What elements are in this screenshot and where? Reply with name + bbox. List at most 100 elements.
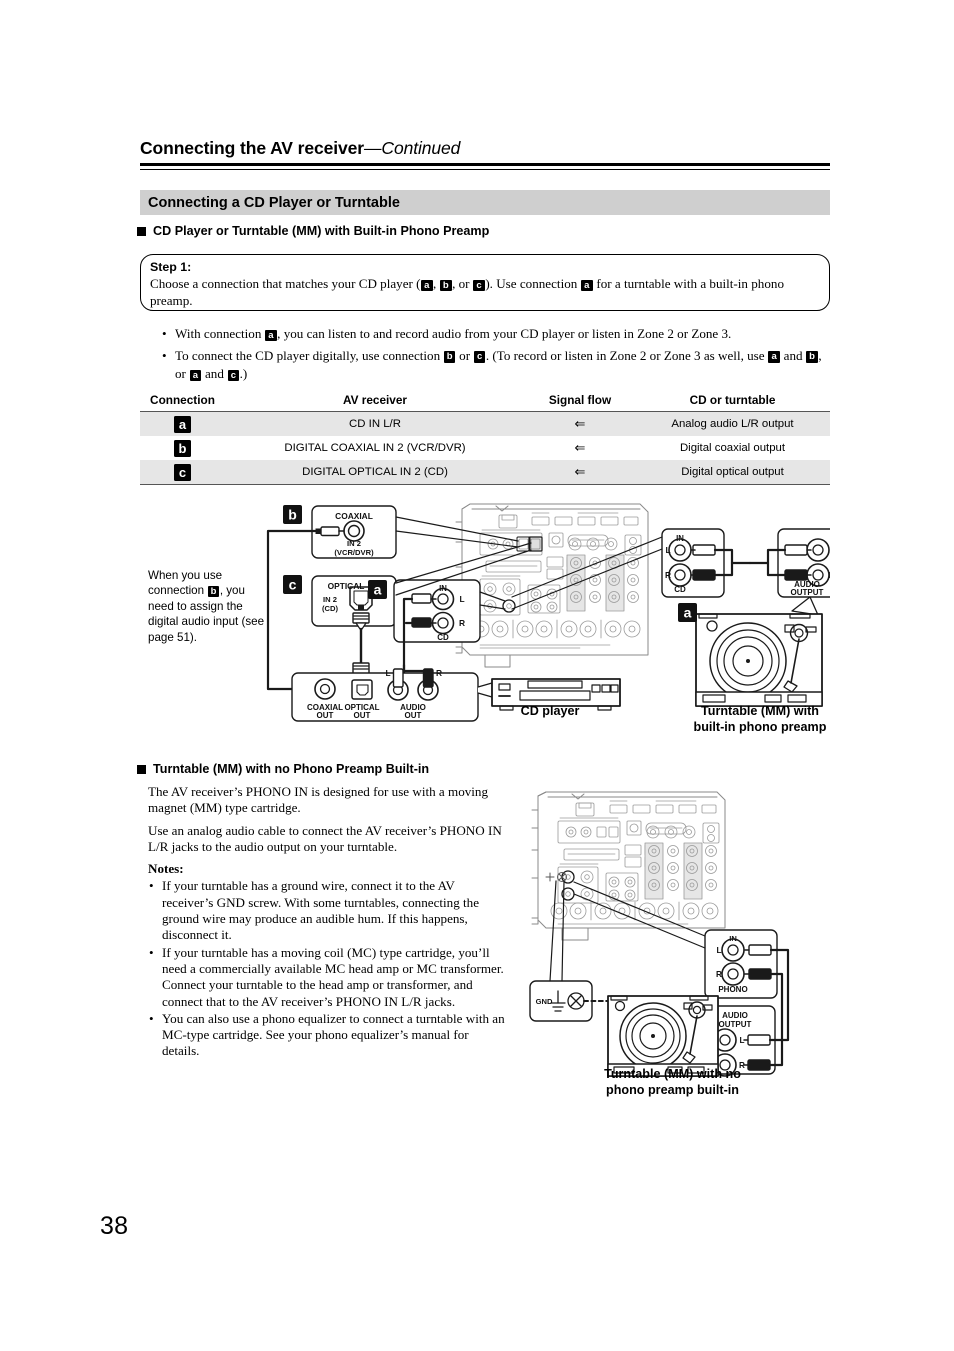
cell-signal-flow: ⇐ xyxy=(574,416,586,431)
step-text-2: , xyxy=(433,276,440,291)
th-signal-flow: Signal flow xyxy=(548,393,612,407)
chip-b: b xyxy=(174,439,191,457)
label-coaxial-out-2: OUT xyxy=(317,711,334,720)
square-bullet-icon xyxy=(137,226,146,236)
label-ttout-left: L xyxy=(829,545,830,555)
label-phono-title: IN xyxy=(729,934,737,943)
table-row: a CD IN L/R ⇐ Analog audio L/R output xyxy=(140,411,830,437)
label-optical-cd: (CD) xyxy=(322,604,338,613)
caption-cd-player: CD player xyxy=(520,704,580,718)
square-bullet-icon xyxy=(137,764,146,774)
label-ttin-title: IN xyxy=(676,534,684,543)
body-paragraph-2: Use an analog audio cable to connect the… xyxy=(148,822,502,854)
caption-turntable-built-in: Turntable (MM) with built-in phono pream… xyxy=(660,703,860,735)
chip-c: c xyxy=(473,351,486,363)
chip-b: b xyxy=(440,279,452,291)
label-cdin-left: L xyxy=(459,594,464,604)
bullet-1-seg-2: , you can listen to and record audio fro… xyxy=(277,326,732,341)
step-text-3: , or xyxy=(452,276,473,291)
running-head-title: Connecting the AV receiver xyxy=(140,138,364,158)
cell-source: Digital optical output xyxy=(681,466,784,478)
label-cdin-bottom: CD xyxy=(437,633,449,642)
cell-signal-flow: ⇐ xyxy=(574,464,586,479)
label-phono-bottom: PHONO xyxy=(718,985,747,994)
chip-c: c xyxy=(174,463,191,481)
figure-turntable-no-preamp-diagram: GND IN L R PHONO AUDIO OUTPUT L R xyxy=(520,778,840,1078)
label-coaxial-vcrdvr: (VCR/DVR) xyxy=(334,548,374,557)
label-ttin-bottom: CD xyxy=(674,585,686,594)
label-cdin-title: IN xyxy=(439,584,447,593)
bullet-2-seg-6: and xyxy=(201,366,228,381)
note-item: If your turntable has a moving coil (MC)… xyxy=(148,945,508,1010)
cell-source: Digital coaxial output xyxy=(679,442,786,454)
cell-receiver: DIGITAL COAXIAL IN 2 (VCR/DVR) xyxy=(284,442,466,454)
chip-b: b xyxy=(806,351,818,363)
cell-source: Analog audio L/R output xyxy=(671,418,794,430)
figure-note-assign-digital-input: When you use connection b, you need to a… xyxy=(148,568,270,645)
note-item: If your turntable has a ground wire, con… xyxy=(148,878,508,943)
caption-turntable-no-preamp: Turntable (MM) with no phono preamp buil… xyxy=(565,1066,780,1098)
chip-a: a xyxy=(189,369,202,381)
cell-connection: c xyxy=(140,460,225,485)
label-audio-out-right: R xyxy=(436,668,442,678)
th-connection: Connection xyxy=(150,393,215,407)
intro-bullet-list: With connection a, you can listen to and… xyxy=(160,325,832,387)
bullet-item-1: With connection a, you can listen to and… xyxy=(160,325,832,344)
th-av-receiver: AV receiver xyxy=(342,393,408,407)
chip-a-2: a xyxy=(581,279,593,291)
step-1-callout-box: Step 1: Choose a connection that matches… xyxy=(140,254,830,311)
step-1-title: Step 1: xyxy=(150,260,192,274)
step-1-body: Choose a connection that matches your CD… xyxy=(150,275,820,309)
header-rule-thick xyxy=(140,163,830,166)
label-audio-output-1: AUDIO xyxy=(722,1011,748,1020)
chip-a: a xyxy=(174,415,191,433)
label-audio-output-2: OUTPUT xyxy=(719,1020,752,1029)
label-ttin-left: L xyxy=(665,545,670,555)
label-optical-title: OPTICAL xyxy=(328,581,365,591)
chip-a: a xyxy=(265,329,277,341)
bullet-2-seg-3: . (To record or listen in Zone 2 or Zone… xyxy=(485,347,768,363)
label-optical-in2: IN 2 xyxy=(323,595,337,604)
bullet-item-2: To connect the CD player digitally, use … xyxy=(160,347,832,384)
subheading-1-text: CD Player or Turntable (MM) with Built-i… xyxy=(153,224,490,238)
running-head-continued: —Continued xyxy=(364,138,461,158)
table-row: c DIGITAL OPTICAL IN 2 (CD) ⇐ Digital op… xyxy=(140,460,830,485)
manual-page: Connecting the AV receiver—Continued Con… xyxy=(0,0,954,1351)
table-header-row: Connection AV receiver Signal flow CD or… xyxy=(140,392,830,412)
label-cdin-right: R xyxy=(459,618,465,628)
label-phono-left: L xyxy=(716,946,721,955)
step-text-4: ). Use connection xyxy=(485,276,581,291)
subheading-2-text: Turntable (MM) with no Phono Preamp Buil… xyxy=(153,762,430,776)
label-ttout-title-2: OUTPUT xyxy=(791,588,824,597)
figure-chip-a: a xyxy=(374,582,382,598)
label-audio-out-2: OUT xyxy=(405,711,422,720)
chip-c: c xyxy=(227,369,240,381)
table-row: b DIGITAL COAXIAL IN 2 (VCR/DVR) ⇐ Digit… xyxy=(140,436,830,460)
section-heading-text: Connecting a CD Player or Turntable xyxy=(148,194,400,211)
bullet-2-seg-1: To connect the CD player digitally, use … xyxy=(175,347,444,363)
page-running-head: Connecting the AV receiver—Continued xyxy=(140,138,830,159)
label-optical-out-2: OUT xyxy=(354,711,371,720)
bullet-2-seg-4: and xyxy=(780,347,806,363)
label-audio-output-left: L xyxy=(739,1036,744,1045)
subheading-cd-player: CD Player or Turntable (MM) with Built-i… xyxy=(137,224,489,238)
bullet-1-seg-1: With connection xyxy=(175,326,265,341)
chip-a: a xyxy=(768,351,780,363)
th-cd-or-turntable: CD or turntable xyxy=(689,393,776,407)
figure-chip-b: b xyxy=(288,507,297,523)
cell-signal-flow: ⇐ xyxy=(574,440,586,455)
body-paragraph-1: The AV receiver’s PHONO IN is designed f… xyxy=(148,784,489,816)
bullet-2-seg-7: .) xyxy=(239,366,248,381)
caption-turntable-line-2: built-in phono preamp xyxy=(693,720,827,734)
step-text-1: Choose a connection that matches your CD… xyxy=(150,276,421,291)
chip-b: b xyxy=(207,585,220,598)
label-ttout-right: R xyxy=(829,570,830,580)
header-rule-thin xyxy=(140,168,830,170)
cell-receiver: DIGITAL OPTICAL IN 2 (CD) xyxy=(302,466,448,478)
bullet-2-seg-2: or xyxy=(455,347,474,363)
label-phono-right: R xyxy=(716,970,722,979)
notes-list: If your turntable has a ground wire, con… xyxy=(148,878,508,1059)
page-number: 38 xyxy=(100,1212,129,1240)
note-item: You can also use a phono equalizer to co… xyxy=(148,1011,508,1060)
cell-connection: a xyxy=(140,412,225,437)
